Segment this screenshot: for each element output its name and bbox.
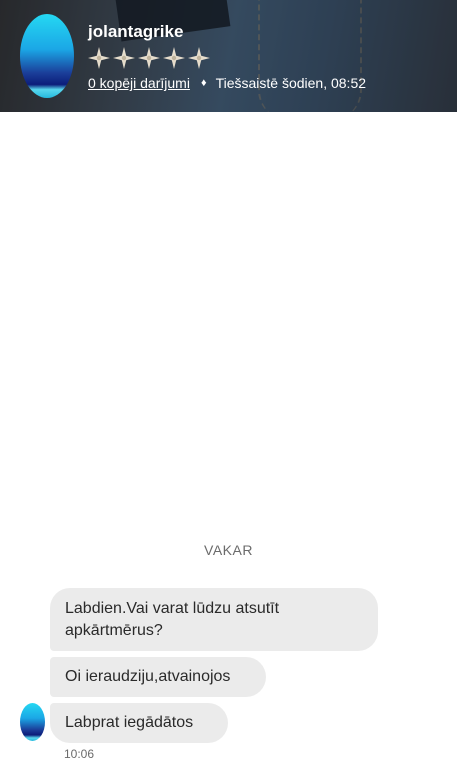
user-avatar[interactable] [20,14,74,98]
sender-avatar[interactable] [20,703,45,741]
day-separator: VAKAR [204,542,253,558]
star-icon [88,47,110,69]
message-bubble[interactable]: Labdien.Vai varat lūdzu atsutīt apkārtmē… [50,588,378,651]
star-icon [188,47,210,69]
message-bubble[interactable]: Labprat iegādātos [50,703,228,743]
message-bubble[interactable]: Oi ieraudziju,atvainojos [50,657,266,697]
shared-deals-link[interactable]: 0 kopēji darījumi [88,75,190,91]
online-status: Tiešsaistē šodien, 08:52 [215,75,367,91]
star-icon [138,47,160,69]
diamond-separator-icon: ♦ [200,77,207,89]
user-meta: 0 kopēji darījumi ♦ Tiešsaistē šodien, 0… [88,75,366,91]
conversation-header: jolantagrike 0 kopēji darījumi ♦ Tiešsai… [0,0,457,112]
star-icon [163,47,185,69]
message-timestamp: 10:06 [64,747,95,761]
username[interactable]: jolantagrike [88,22,183,42]
star-icon [113,47,135,69]
rating-stars [87,46,211,70]
